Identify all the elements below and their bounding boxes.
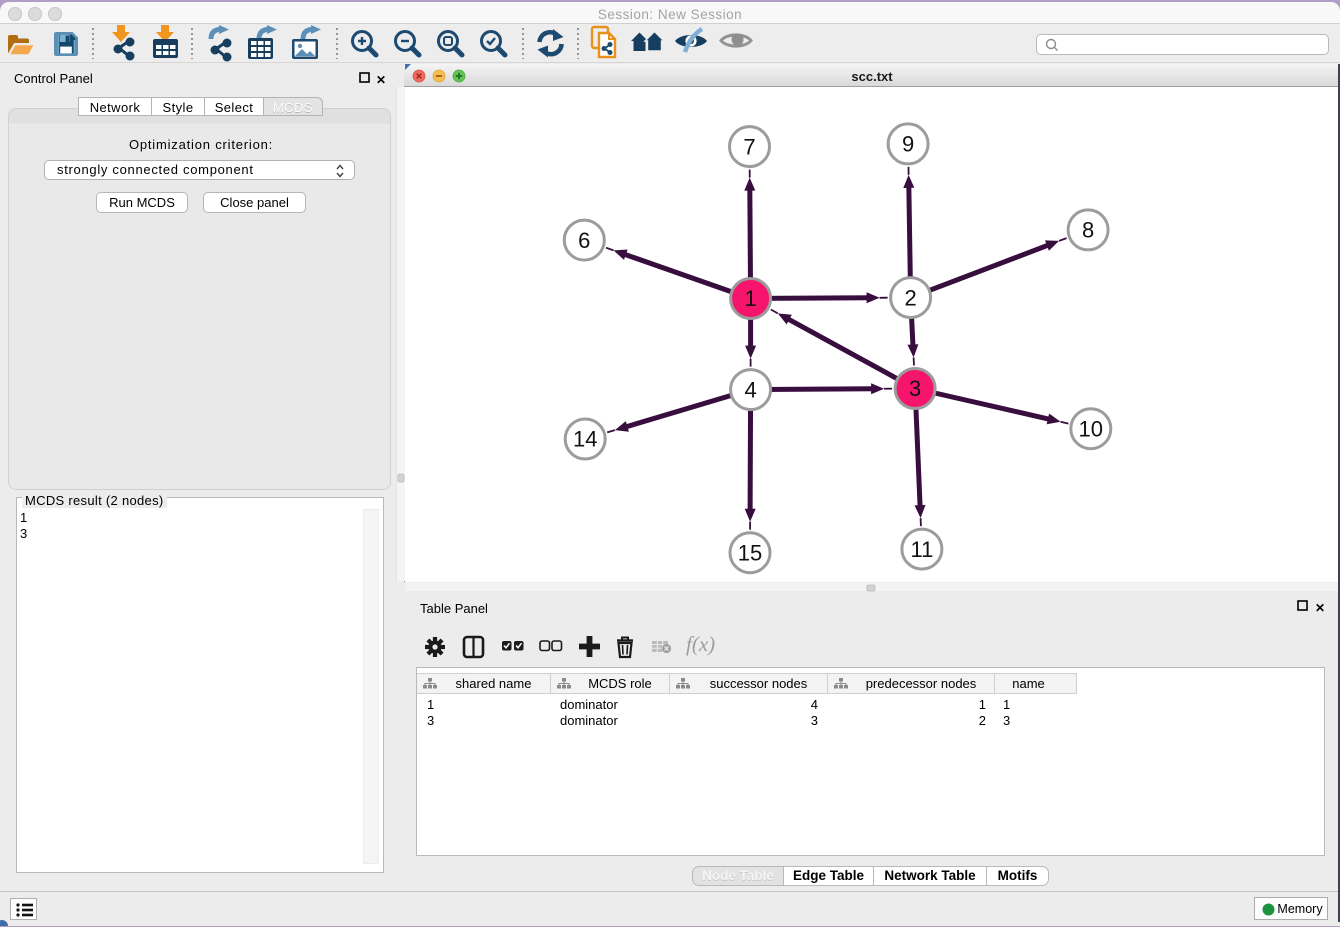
- svg-text:7: 7: [743, 134, 755, 159]
- svg-text:10: 10: [1079, 416, 1103, 441]
- svg-text:2: 2: [904, 285, 916, 310]
- svg-text:11: 11: [910, 537, 933, 562]
- svg-text:15: 15: [738, 540, 762, 565]
- svg-text:1: 1: [744, 286, 756, 311]
- svg-text:3: 3: [909, 376, 921, 401]
- svg-text:9: 9: [902, 132, 914, 157]
- svg-text:14: 14: [573, 427, 597, 452]
- svg-text:6: 6: [578, 228, 590, 253]
- svg-text:8: 8: [1082, 218, 1094, 243]
- svg-text:4: 4: [744, 377, 756, 402]
